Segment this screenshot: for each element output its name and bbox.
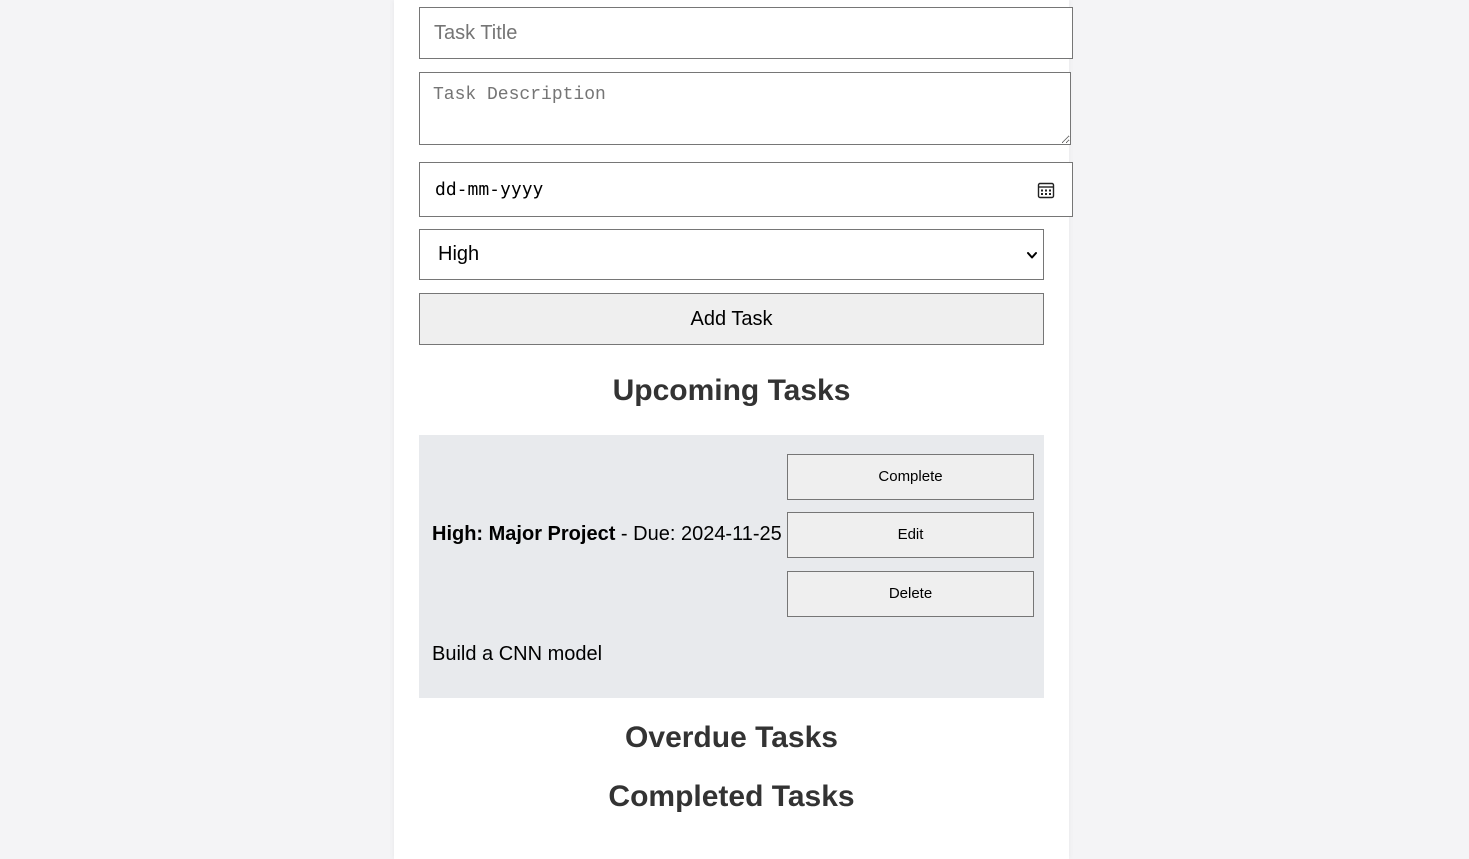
overdue-tasks-heading: Overdue Tasks (625, 721, 838, 754)
completed-tasks-heading: Completed Tasks (608, 780, 855, 813)
delete-task-button[interactable]: Delete (787, 571, 1034, 617)
task-manager-container: dd-mm-yyyy High Add Task Upcoming Tasks … (394, 0, 1073, 859)
task-priority-title: High: Major Project (432, 523, 616, 545)
task-description-input[interactable] (419, 72, 1071, 145)
priority-selected-value: High (438, 243, 480, 265)
task-summary: High: Major Project - Due: 2024-11-25 (432, 523, 782, 546)
task-card: High: Major Project - Due: 2024-11-25 Co… (419, 435, 1044, 698)
add-task-button[interactable]: Add Task (419, 293, 1044, 345)
task-title-input[interactable] (419, 7, 1073, 59)
calendar-icon[interactable] (1037, 181, 1055, 199)
task-description: Build a CNN model (432, 643, 603, 665)
task-due-date: Due: 2024-11-25 (633, 523, 782, 545)
due-date-placeholder: dd-mm-yyyy (435, 179, 544, 200)
due-date-input[interactable]: dd-mm-yyyy (419, 162, 1073, 217)
chevron-down-icon (1027, 252, 1037, 259)
edit-task-button[interactable]: Edit (787, 512, 1034, 558)
task-separator: - (615, 523, 634, 545)
upcoming-tasks-heading: Upcoming Tasks (612, 374, 851, 407)
complete-task-button[interactable]: Complete (787, 454, 1034, 500)
priority-select[interactable]: High (419, 229, 1044, 280)
